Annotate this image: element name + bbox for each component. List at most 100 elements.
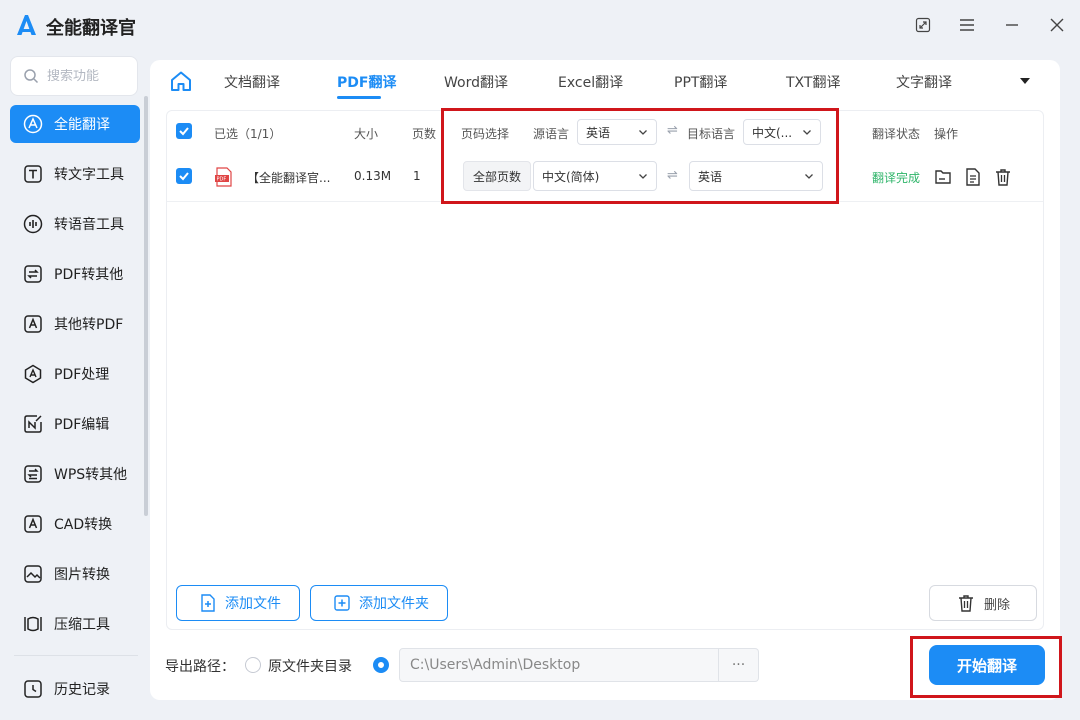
tab-ppt-translate[interactable]: PPT翻译 bbox=[674, 72, 727, 92]
header-page-select: 页码选择 bbox=[461, 127, 510, 141]
document-icon[interactable] bbox=[963, 167, 983, 187]
sidebar-item-image-convert[interactable]: 图片转换 bbox=[10, 555, 140, 593]
home-icon[interactable] bbox=[170, 70, 192, 92]
row-divider bbox=[167, 201, 1043, 202]
row-target-lang-select[interactable]: 英语 bbox=[689, 161, 823, 191]
chevron-down-icon bbox=[639, 130, 647, 135]
sidebar-item-label: 其他转PDF bbox=[54, 317, 124, 333]
sidebar-item-label: 压缩工具 bbox=[54, 617, 110, 633]
radio-original-folder-label: 原文件夹目录 bbox=[268, 659, 352, 675]
header-source-lang-select[interactable]: 英语 bbox=[577, 119, 657, 145]
search-box[interactable] bbox=[10, 56, 138, 96]
browse-path-button[interactable]: ··· bbox=[719, 648, 759, 682]
tab-text-translate[interactable]: 文字翻译 bbox=[896, 72, 952, 92]
sidebar: 全能翻译 转文字工具 转语音工具 PDF转其他 其他转PDF PDF处理 bbox=[0, 50, 150, 720]
row-pages: 1 bbox=[413, 169, 421, 183]
page-select-button[interactable]: 全部页数 bbox=[463, 161, 531, 191]
sidebar-item-label: WPS转其他 bbox=[54, 467, 128, 483]
text-t-icon bbox=[22, 163, 44, 185]
sidebar-item-cad-convert[interactable]: CAD转换 bbox=[10, 505, 140, 543]
tab-txt-translate[interactable]: TXT翻译 bbox=[786, 72, 840, 92]
convert-arrows-icon bbox=[22, 263, 44, 285]
sidebar-item-label: 历史记录 bbox=[54, 682, 110, 698]
header-actions: 操作 bbox=[934, 127, 959, 141]
active-tab-indicator bbox=[337, 96, 381, 99]
radio-original-folder[interactable] bbox=[245, 657, 261, 673]
sidebar-item-label: 转语音工具 bbox=[54, 217, 124, 233]
export-path-input[interactable]: C:\Users\Admin\Desktop bbox=[399, 648, 719, 682]
select-value: 英语 bbox=[698, 169, 723, 184]
sidebar-item-pdf-to-other[interactable]: PDF转其他 bbox=[10, 255, 140, 293]
header-source-lang: 源语言 bbox=[533, 127, 570, 141]
tab-word-translate[interactable]: Word翻译 bbox=[444, 72, 508, 92]
row-status: 翻译完成 bbox=[872, 171, 921, 185]
sidebar-item-other-to-pdf[interactable]: 其他转PDF bbox=[10, 305, 140, 343]
history-icon bbox=[22, 678, 44, 700]
sidebar-item-label: PDF编辑 bbox=[54, 417, 110, 433]
header-selected: 已选（1/1） bbox=[214, 127, 282, 141]
tab-pdf-translate[interactable]: PDF翻译 bbox=[337, 72, 396, 92]
sidebar-item-speech-to-text[interactable]: 转文字工具 bbox=[10, 155, 140, 193]
select-value: 中文(... bbox=[752, 125, 793, 140]
sidebar-divider bbox=[14, 655, 138, 656]
select-value: 英语 bbox=[586, 125, 611, 140]
sidebar-item-pdf-edit[interactable]: PDF编辑 bbox=[10, 405, 140, 443]
header-target-lang-select[interactable]: 中文(... bbox=[743, 119, 821, 145]
add-folder-icon bbox=[334, 595, 350, 611]
add-file-icon bbox=[201, 594, 215, 612]
app-title: 全能翻译官 bbox=[46, 18, 136, 39]
header-pages: 页数 bbox=[412, 127, 437, 141]
delete-label: 删除 bbox=[983, 597, 1010, 613]
swap-icon[interactable]: ⇌ bbox=[667, 168, 678, 183]
sidebar-scrollbar[interactable] bbox=[144, 96, 148, 516]
pdf-file-icon bbox=[22, 313, 44, 335]
pdf-process-icon bbox=[22, 363, 44, 385]
search-icon bbox=[24, 69, 39, 84]
sidebar-item-label: 转文字工具 bbox=[54, 167, 124, 183]
open-folder-icon[interactable] bbox=[933, 167, 953, 187]
compress-icon bbox=[22, 613, 44, 635]
add-folder-button[interactable]: 添加文件夹 bbox=[310, 585, 448, 621]
tab-excel-translate[interactable]: Excel翻译 bbox=[558, 72, 623, 92]
radio-custom-path[interactable] bbox=[373, 657, 389, 673]
trash-icon[interactable] bbox=[993, 167, 1013, 187]
cad-icon bbox=[22, 513, 44, 535]
start-translate-button[interactable]: 开始翻译 bbox=[929, 645, 1045, 685]
add-file-button[interactable]: 添加文件 bbox=[176, 585, 300, 621]
delete-button[interactable]: 删除 bbox=[929, 585, 1037, 621]
trash-icon bbox=[958, 595, 973, 612]
sidebar-item-pdf-process[interactable]: PDF处理 bbox=[10, 355, 140, 393]
row-checkbox[interactable] bbox=[176, 168, 192, 184]
add-folder-label: 添加文件夹 bbox=[359, 596, 429, 612]
main-panel: 文档翻译 PDF翻译 Word翻译 Excel翻译 PPT翻译 TXT翻译 文字… bbox=[150, 60, 1060, 700]
header-target-lang: 目标语言 bbox=[687, 127, 736, 141]
swap-icon[interactable]: ⇌ bbox=[667, 123, 678, 138]
more-tabs-icon[interactable] bbox=[1018, 74, 1032, 88]
sidebar-item-compress[interactable]: 压缩工具 bbox=[10, 605, 140, 643]
select-all-checkbox[interactable] bbox=[176, 123, 192, 139]
row-file-name: 【全能翻译官... bbox=[247, 171, 331, 185]
chevron-down-icon bbox=[639, 174, 647, 179]
tab-doc-translate[interactable]: 文档翻译 bbox=[224, 72, 280, 92]
search-input[interactable] bbox=[47, 68, 127, 84]
minimize-icon[interactable] bbox=[1002, 15, 1022, 35]
svg-text:PDF: PDF bbox=[217, 177, 227, 183]
title-bar: 全能翻译官 bbox=[0, 0, 1080, 50]
sidebar-item-label: PDF处理 bbox=[54, 367, 110, 383]
image-icon bbox=[22, 563, 44, 585]
sidebar-item-text-to-speech[interactable]: 转语音工具 bbox=[10, 205, 140, 243]
sidebar-item-translate[interactable]: 全能翻译 bbox=[10, 105, 140, 143]
restore-icon[interactable] bbox=[913, 15, 933, 35]
export-path-label: 导出路径： bbox=[165, 659, 235, 675]
sidebar-item-label: 全能翻译 bbox=[54, 117, 110, 133]
file-table: 已选（1/1） 大小 页数 页码选择 源语言 英语 ⇌ 目标语言 中文(... … bbox=[166, 110, 1044, 630]
sidebar-item-wps-to-other[interactable]: WPS转其他 bbox=[10, 455, 140, 493]
select-value: 中文(简体) bbox=[542, 169, 600, 184]
row-size: 0.13M bbox=[354, 169, 392, 183]
close-icon[interactable] bbox=[1047, 15, 1067, 35]
header-size: 大小 bbox=[354, 127, 379, 141]
row-source-lang-select[interactable]: 中文(简体) bbox=[533, 161, 657, 191]
menu-icon[interactable] bbox=[957, 15, 977, 35]
sidebar-item-history[interactable]: 历史记录 bbox=[10, 670, 140, 708]
pdf-file-icon: PDF bbox=[215, 167, 232, 187]
